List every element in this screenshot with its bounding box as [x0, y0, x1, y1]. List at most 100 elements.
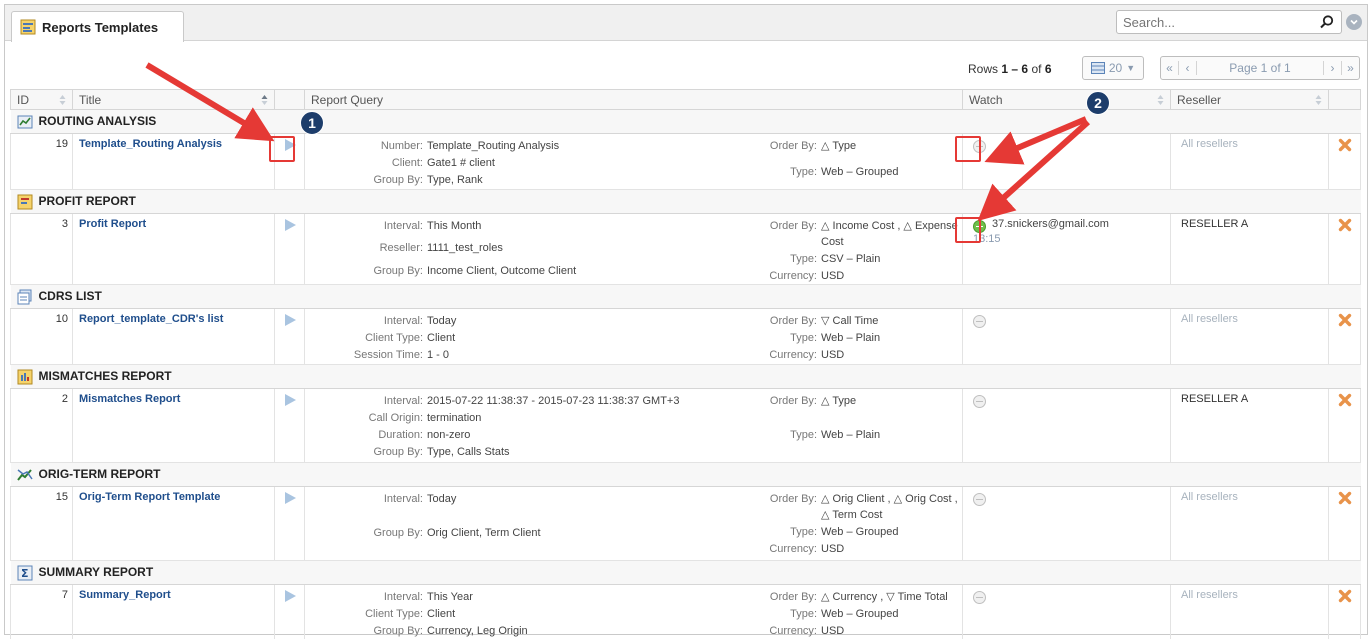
- query-value: Template_Routing Analysis: [427, 140, 560, 152]
- prev-page-button[interactable]: ‹: [1179, 61, 1197, 75]
- row-title-link[interactable]: Summary_Report: [72, 584, 275, 639]
- row-title-link[interactable]: Report_template_CDR's list: [72, 308, 275, 365]
- query-right: Order By: △ Income Cost , △ Expense Cost T…: [725, 218, 962, 284]
- per-page-value: 20: [1108, 61, 1123, 75]
- query-value: Web – Grouped: [821, 165, 899, 178]
- group-header: PROFIT REPORT: [10, 189, 1361, 214]
- last-page-button[interactable]: »: [1341, 61, 1359, 75]
- search-input[interactable]: [1117, 12, 1307, 32]
- query-label: Order By:: [769, 315, 817, 327]
- row-watch: 37.snickers@gmail.com 13:15: [962, 213, 1171, 285]
- query-right: Order By: △ Type Type: Web – Grouped: [725, 138, 962, 188]
- query-value: 1 - 0: [427, 349, 450, 361]
- query-value: △ Type: [821, 140, 857, 152]
- query-value: termination: [427, 412, 482, 424]
- row-watch: [962, 388, 1171, 463]
- query-label: Group By:: [373, 526, 423, 539]
- query-value: Web – Plain: [821, 332, 881, 344]
- summary-report-icon: Σ: [17, 565, 32, 580]
- sort-icon: [1315, 95, 1322, 105]
- chevron-down-icon[interactable]: [1346, 14, 1362, 30]
- query-label: Interval:: [383, 220, 423, 232]
- row-reseller: All resellers: [1170, 486, 1329, 561]
- query-label: Duration:: [378, 429, 423, 441]
- watch-toggle-icon[interactable]: [973, 140, 986, 153]
- play-icon[interactable]: [283, 393, 297, 407]
- watch-toggle-icon[interactable]: [973, 220, 986, 233]
- next-page-button[interactable]: ›: [1323, 61, 1341, 75]
- row-title-link[interactable]: Mismatches Report: [72, 388, 275, 463]
- sort-icon: [59, 95, 66, 105]
- delete-icon[interactable]: [1338, 138, 1352, 152]
- table-row[interactable]: 15 Orig-Term Report Template Interval: To…: [10, 486, 1361, 561]
- delete-icon[interactable]: [1338, 589, 1352, 603]
- query-value: ▽ Call Time: [821, 315, 879, 327]
- query-label: Interval:: [383, 395, 423, 407]
- group-row: PROFIT REPORT: [10, 189, 1361, 214]
- orig-term-report-icon: [16, 468, 33, 481]
- query-value: Type, Calls Stats: [427, 446, 510, 458]
- group-name: SUMMARY REPORT: [38, 564, 154, 579]
- watch-toggle-icon[interactable]: [973, 493, 986, 506]
- column-query: Report Query: [304, 89, 963, 110]
- row-id: 3: [10, 213, 73, 285]
- row-title-link[interactable]: Template_Routing Analysis: [72, 133, 275, 190]
- row-delete-cell: [1328, 584, 1361, 639]
- row-title-link[interactable]: Orig-Term Report Template: [72, 486, 275, 561]
- column-title-label: Title: [79, 92, 102, 107]
- column-reseller[interactable]: Reseller: [1170, 89, 1329, 110]
- table-row[interactable]: 19 Template_Routing Analysis Number: Temp…: [10, 133, 1361, 190]
- watcher-info: 37.snickers@gmail.com 13:15: [973, 218, 1109, 245]
- watch-toggle-icon[interactable]: [973, 315, 986, 328]
- column-delete: [1328, 89, 1361, 110]
- query-label: Order By:: [769, 493, 817, 505]
- group-row: ORIG-TERM REPORT: [10, 462, 1361, 487]
- query-label: Client Type:: [365, 608, 423, 620]
- query-value: Web – Grouped: [821, 526, 899, 538]
- tab-reports-templates[interactable]: Reports Templates: [11, 11, 184, 42]
- row-id: 19: [10, 133, 73, 190]
- first-page-button[interactable]: «: [1161, 61, 1179, 75]
- group-header: ORIG-TERM REPORT: [10, 462, 1361, 487]
- delete-icon[interactable]: [1338, 218, 1352, 232]
- search-icon[interactable]: [1319, 14, 1335, 30]
- table-row[interactable]: 10 Report_template_CDR's list Interval: T…: [10, 308, 1361, 365]
- row-id: 10: [10, 308, 73, 365]
- page-label: Page 1 of 1: [1229, 61, 1291, 75]
- query-label: Currency:: [769, 270, 817, 282]
- watch-toggle-icon[interactable]: [973, 591, 986, 604]
- play-icon[interactable]: [283, 138, 297, 152]
- table-row[interactable]: 2 Mismatches Report Interval: 2015-07-22 …: [10, 388, 1361, 463]
- query-label: Session Time:: [353, 349, 423, 361]
- play-icon[interactable]: [283, 313, 297, 327]
- delete-icon[interactable]: [1338, 491, 1352, 505]
- delete-icon[interactable]: [1338, 393, 1352, 407]
- row-watch: [962, 486, 1171, 561]
- column-id[interactable]: ID: [10, 89, 73, 110]
- query-value: Web – Grouped: [821, 608, 899, 620]
- row-id: 2: [10, 388, 73, 463]
- row-title-link[interactable]: Profit Report: [72, 213, 275, 285]
- per-page-select[interactable]: 20 ▼: [1082, 56, 1144, 80]
- query-label: Type:: [790, 429, 817, 441]
- delete-icon[interactable]: [1338, 313, 1352, 327]
- table-row[interactable]: 3 Profit Report Interval: This Month Resel…: [10, 213, 1361, 285]
- profit-report-icon: [17, 194, 32, 209]
- table-row[interactable]: 7 Summary_Report Interval: This Year Clien…: [10, 584, 1361, 639]
- row-query: Interval: 2015-07-22 11:38:37 - 2015-07-2…: [304, 388, 963, 463]
- row-id: 7: [10, 584, 73, 639]
- watch-toggle-icon[interactable]: [973, 395, 986, 408]
- column-title[interactable]: Title: [72, 89, 275, 110]
- query-label: Group By:: [373, 446, 423, 458]
- query-label: Interval:: [383, 591, 423, 603]
- query-label: Call Origin:: [368, 412, 423, 424]
- row-reseller: RESELLER A: [1170, 213, 1329, 285]
- row-play-cell: [274, 213, 305, 285]
- row-delete-cell: [1328, 486, 1361, 561]
- column-watch[interactable]: Watch: [962, 89, 1171, 110]
- play-icon[interactable]: [283, 491, 297, 505]
- query-right: Order By: △ Type Type: Web – Plain: [725, 393, 962, 460]
- play-icon[interactable]: [283, 218, 297, 232]
- play-icon[interactable]: [283, 589, 297, 603]
- search-box[interactable]: [1116, 10, 1342, 34]
